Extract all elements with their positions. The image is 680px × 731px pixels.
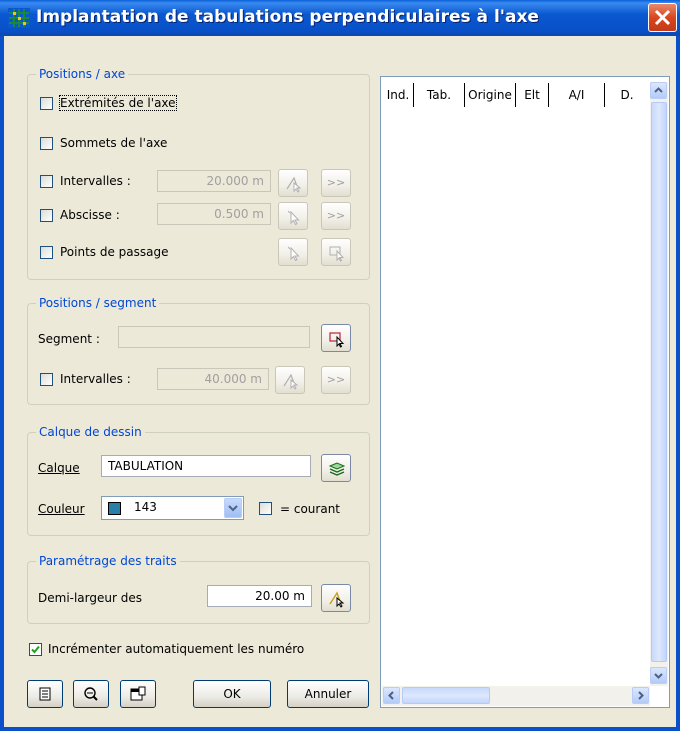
couleur-select[interactable]: 143 [101,496,244,520]
pointer-pick-icon [287,210,300,226]
dialog-window: Implantation de tabulations perpendicula… [0,0,680,731]
scroll-down-button[interactable] [650,667,667,684]
couleur-label: Couleur [38,502,85,516]
scroll-up-button[interactable] [650,82,667,99]
calque-input[interactable]: TABULATION [101,455,311,477]
segment-input[interactable] [118,326,310,348]
courant-checkbox[interactable] [259,502,272,515]
intervalles-axe-checkbox[interactable] [40,175,53,188]
properties-button[interactable] [120,680,156,708]
segment-select-button[interactable] [321,324,351,352]
list-button[interactable] [27,680,63,708]
intervalles-axe-measure-button[interactable] [278,169,308,197]
group-positions-axe-legend: Positions / axe [36,67,129,81]
chevron-left-icon [388,691,394,700]
intervalles-axe-more-button[interactable]: >> [321,169,351,197]
column-header-elt[interactable]: Elt [516,83,549,107]
tabulation-list[interactable]: Ind. Tab. Origine Elt A/I D. [380,76,670,708]
select-rect-icon [329,332,345,348]
measure-cursor-icon [286,176,302,193]
horizontal-scrollbar[interactable] [382,686,650,706]
ok-button[interactable]: OK [193,680,271,708]
close-icon [654,9,671,26]
pointer-pick-icon [287,246,300,262]
group-traits-legend: Paramétrage des traits [36,554,180,568]
chevron-up-icon [654,87,663,93]
measure-cursor-icon [329,591,345,608]
window-frame-bottom [0,727,680,731]
points-passage-checkbox[interactable] [40,246,53,259]
intervalles-segment-input[interactable]: 40.000 m [157,368,269,390]
column-header-tab[interactable]: Tab. [414,83,465,107]
abscisse-checkbox[interactable] [40,209,53,222]
magnifier-icon [84,687,98,701]
chevron-down-icon [654,673,663,679]
abscisse-more-button[interactable]: >> [321,202,351,230]
intervalles-axe-label[interactable]: Intervalles : [60,174,131,188]
column-header-ind[interactable]: Ind. [383,83,414,107]
couleur-value: 143 [134,500,157,514]
extremites-checkbox[interactable] [40,97,53,110]
points-passage-pick-button[interactable] [278,238,308,266]
layers-icon [328,462,346,476]
abscisse-label[interactable]: Abscisse : [60,208,120,222]
group-positions-segment-legend: Positions / segment [36,296,160,310]
scroll-left-button[interactable] [383,687,400,704]
incrementer-checkbox[interactable] [29,643,42,656]
grid-icon [8,8,30,28]
segment-label: Segment : [38,332,100,346]
scroll-right-button[interactable] [632,687,649,704]
column-header-d[interactable]: D. [605,83,649,107]
demi-largeur-label: Demi-largeur des [38,591,142,605]
measure-cursor-icon [283,373,299,390]
points-passage-select-button[interactable] [321,238,351,266]
vertical-scrollbar[interactable] [650,82,668,686]
intervalles-axe-input[interactable]: 20.000 m [157,170,271,192]
window-frame-right [676,36,680,731]
vertical-scroll-thumb[interactable] [651,102,667,662]
couleur-swatch [108,502,121,515]
close-button[interactable] [648,3,677,32]
column-header-ai[interactable]: A/I [549,83,605,107]
calque-label: Calque [38,461,80,475]
title-bar[interactable]: Implantation de tabulations perpendicula… [0,0,680,36]
intervalles-segment-label[interactable]: Intervalles : [60,372,131,386]
chevron-down-icon[interactable] [224,498,242,518]
window-title: Implantation de tabulations perpendicula… [36,7,539,27]
annuler-button[interactable]: Annuler [287,680,369,708]
points-passage-label[interactable]: Points de passage [60,245,169,259]
demi-largeur-input[interactable]: 20.00 m [207,585,312,607]
calque-layers-button[interactable] [321,454,351,482]
group-calque-legend: Calque de dessin [36,425,145,439]
select-rect-icon [329,246,345,262]
intervalles-segment-measure-button[interactable] [275,366,305,394]
abscisse-pick-button[interactable] [278,202,308,230]
chevron-right-icon [638,691,644,700]
checkmark-icon [31,645,40,654]
zoom-button[interactable] [73,680,109,708]
group-calque: Calque de dessin [27,425,370,536]
courant-label[interactable]: = courant [280,502,340,516]
properties-icon [130,686,146,701]
intervalles-segment-more-button[interactable]: >> [321,366,351,394]
demi-largeur-measure-button[interactable] [321,584,351,612]
window-frame-left [0,36,4,731]
extremites-label[interactable]: Extrémités de l'axe [59,95,177,111]
intervalles-segment-checkbox[interactable] [40,373,53,386]
sommets-checkbox[interactable] [40,137,53,150]
abscisse-input[interactable]: 0.500 m [157,203,271,225]
incrementer-label[interactable]: Incrémenter automatiquement les numéro [48,642,304,656]
column-header-origine[interactable]: Origine [465,83,516,107]
sommets-label[interactable]: Sommets de l'axe [60,136,167,150]
horizontal-scroll-thumb[interactable] [402,687,490,704]
list-icon [39,687,51,701]
